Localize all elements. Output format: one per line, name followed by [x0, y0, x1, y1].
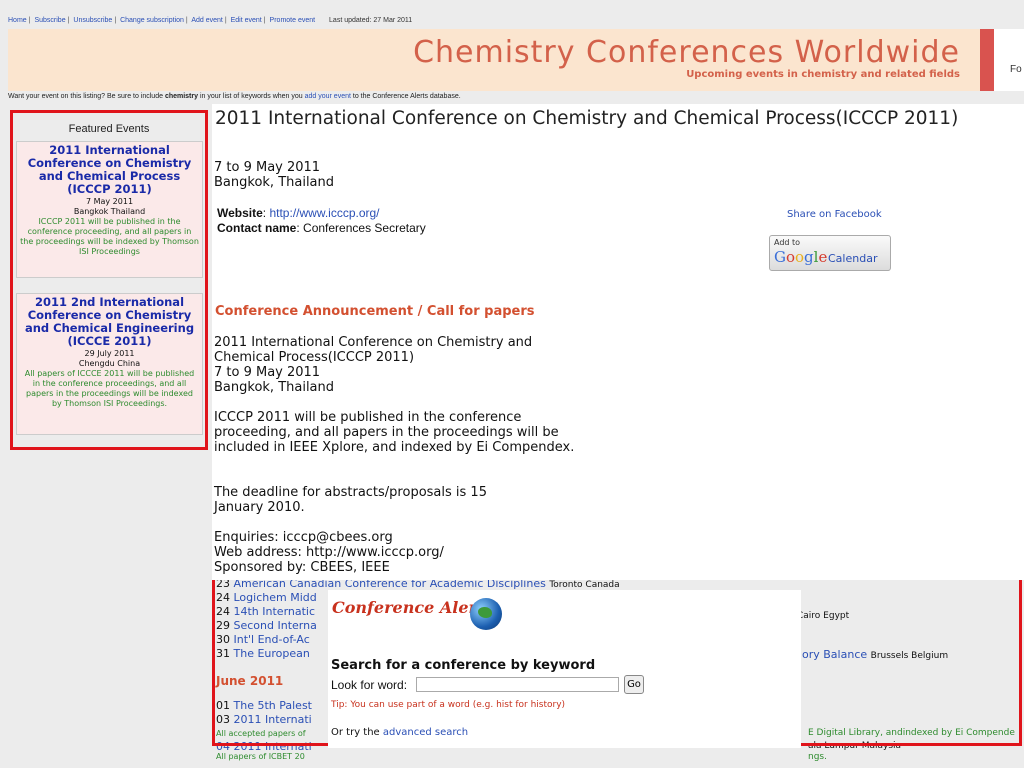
look-for-word-label: Look for word: [331, 678, 408, 692]
announcement-paragraph: Enquiries: icccp@cbees.org Web address: … [214, 530, 444, 575]
advanced-search-link[interactable]: advanced search [383, 727, 468, 738]
site-title: Chemistry Conferences Worldwide [413, 35, 960, 70]
featured-event-date: 7 May 2011 [85, 197, 134, 206]
event-contact-info: Website: http://www.icccp.org/ Contact n… [217, 206, 426, 235]
nav-add-event[interactable]: Add event [191, 17, 223, 24]
featured-event-location: Chengdu China [78, 359, 141, 368]
banner-right-panel: Fo [994, 29, 1024, 91]
announcement-heading: Conference Announcement / Call for paper… [215, 304, 535, 319]
add-your-event-link[interactable]: add your event [305, 93, 351, 100]
gcal-calendar: Calendar [828, 252, 878, 265]
banner-right-text: Fo [1010, 64, 1022, 75]
notice-prefix: Want your event on this listing? Be sure… [8, 93, 165, 100]
nav-home[interactable]: Home [8, 17, 27, 24]
gcal-add-to: Add to [774, 238, 801, 247]
contact-label: Contact name [217, 221, 297, 235]
featured-heading: Featured Events [68, 123, 150, 135]
nav-change-subscription[interactable]: Change subscription [120, 17, 184, 24]
contact-name: Conferences Secretary [303, 221, 426, 235]
nav-promote-event[interactable]: Promote event [270, 17, 316, 24]
go-button[interactable]: Go [624, 675, 644, 694]
event-dates-location: 7 to 9 May 2011 Bangkok, Thailand [214, 160, 334, 190]
listing-notice: Want your event on this listing? Be sure… [8, 93, 461, 100]
nav-unsubscribe[interactable]: Unsubscribe [73, 17, 112, 24]
top-nav: Home | Subscribe | Unsubscribe | Change sub… [8, 17, 413, 24]
featured-event-location: Bangkok Thailand [73, 207, 146, 216]
globe-icon [470, 598, 502, 630]
list-item-note: ngs. [808, 752, 827, 762]
banner-accent [980, 29, 994, 91]
keyword-search-input[interactable] [416, 677, 619, 692]
notice-keyword: chemistry [164, 93, 199, 100]
google-logo: Google [774, 248, 828, 266]
featured-event-title[interactable]: 2011 International Conference on Chemist… [20, 144, 199, 196]
advanced-search-line: Or try the advanced search [331, 727, 468, 738]
event-location: Bangkok, Thailand [214, 175, 335, 190]
featured-events-panel: Featured Events 2011 International Confe… [10, 110, 208, 450]
featured-event-2[interactable]: 2011 2nd International Conference on Che… [16, 293, 203, 435]
event-detail-panel: 2011 International Conference on Chemist… [212, 104, 1024, 580]
nav-subscribe[interactable]: Subscribe [34, 17, 65, 24]
ortry-prefix: Or try the [331, 727, 383, 738]
website-label: Website [217, 206, 263, 220]
announcement-paragraph: 2011 International Conference on Chemist… [214, 335, 533, 395]
featured-event-description: All papers of ICCCE 2011 will be publish… [24, 369, 195, 408]
announcement-paragraph: ICCCP 2011 will be published in the conf… [214, 410, 575, 455]
site-banner: Chemistry Conferences Worldwide Upcoming… [8, 29, 980, 91]
nav-edit-event[interactable]: Edit event [231, 17, 262, 24]
share-facebook-link[interactable]: Share on Facebook [787, 209, 882, 220]
featured-event-1[interactable]: 2011 International Conference on Chemist… [16, 141, 203, 278]
conference-alerts-search: Conference Alerts Search for a conferenc… [328, 590, 801, 748]
last-updated: Last updated: 27 Mar 2011 [329, 17, 413, 24]
search-tip: Tip: You can use part of a word (e.g. hi… [331, 700, 566, 710]
search-heading: Search for a conference by keyword [331, 658, 596, 673]
featured-event-title[interactable]: 2011 2nd International Conference on Che… [20, 296, 199, 348]
event-title: 2011 International Conference on Chemist… [215, 108, 959, 129]
announcement-paragraph: The deadline for abstracts/proposals is … [214, 485, 487, 515]
list-item-note: All papers of ICBET 20 [216, 752, 305, 761]
add-to-google-calendar-button[interactable]: Add to Google Calendar [769, 235, 891, 271]
notice-suffix: to the Conference Alerts database. [350, 93, 461, 100]
notice-middle: in your list of keywords when you [198, 93, 305, 100]
site-subtitle: Upcoming events in chemistry and related… [686, 69, 960, 80]
event-website-link[interactable]: http://www.icccp.org/ [269, 206, 379, 220]
featured-event-description: ICCCP 2011 will be published in the conf… [20, 217, 199, 256]
featured-event-date: 29 July 2011 [84, 349, 135, 358]
event-dates: 7 to 9 May 2011 [214, 160, 321, 175]
